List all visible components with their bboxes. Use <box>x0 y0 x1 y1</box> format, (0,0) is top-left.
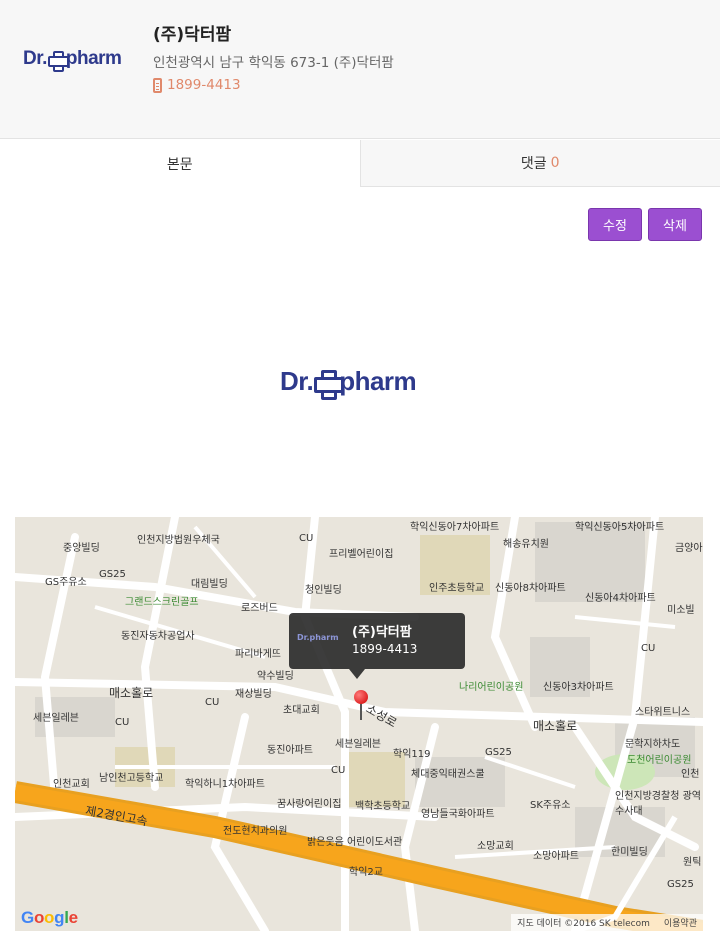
map-label: 원틱 <box>683 857 702 868</box>
shop-header: Dr. pharm (주)닥터팜 인천광역시 남구 학익동 673-1 (주)닥… <box>0 0 720 139</box>
info-window-logo: Dr.pharm <box>297 633 339 642</box>
map-label: 동진자동차공업사 <box>121 631 195 642</box>
tab-comments[interactable]: 댓글 0 <box>360 140 720 187</box>
map-label: 한미빌딩 <box>611 847 648 858</box>
map-label: 인천지방법원우체국 <box>137 535 220 546</box>
shop-address: 인천광역시 남구 학익동 673-1 (주)닥터팜 <box>153 55 394 71</box>
map-label: 금양아 <box>675 543 703 554</box>
map-label: 대림빌딩 <box>191 579 228 590</box>
map-label: 나리어린이공원 <box>459 682 524 693</box>
content-logo-text-left: Dr. <box>280 366 314 396</box>
map-label: 학익신동아7차아파트 <box>410 522 500 533</box>
map-label: 인천교회 <box>53 779 90 790</box>
map-label: 학익하니1차아파트 <box>185 779 265 790</box>
tab-body[interactable]: 본문 <box>0 140 361 187</box>
map-label: 학익2교 <box>349 867 383 878</box>
map-label: 문학지하차도 <box>625 739 681 750</box>
map-label: 인천지방경찰청 광역수사대 <box>615 791 701 817</box>
edit-button[interactable]: 수정 <box>588 208 642 241</box>
map-label: 영남들국화아파트 <box>421 809 495 820</box>
map-label: GS25 <box>667 879 694 890</box>
shop-phone-number: 1899-4413 <box>167 77 241 93</box>
map-label: 청인빌딩 <box>305 585 342 596</box>
map-label: 로즈버드 <box>241 603 278 614</box>
map-label: 세븐일레븐 <box>335 739 381 750</box>
map-label: 전도현치과의원 <box>223 826 288 837</box>
map-attribution: 지도 데이터 ©2016 SK telecom 이용약관 <box>511 914 703 931</box>
map-label: GS주유소 <box>45 577 87 588</box>
map-label: 동진아파트 <box>267 745 313 756</box>
content-tabs: 본문 댓글 0 <box>0 140 720 187</box>
map-label: 세븐일레븐 <box>33 713 79 724</box>
map-label: 해송유치원 <box>503 539 549 550</box>
map-label: 학익119 <box>393 749 431 760</box>
map-label: CU <box>299 533 314 544</box>
map-label: SK주유소 <box>530 800 571 811</box>
map-label: 밝은웃음 어린이도서관 <box>307 837 403 848</box>
map-pin-stick <box>360 702 362 720</box>
map-label: 스타위트니스 <box>635 707 691 718</box>
info-window-title: (주)닥터팜 <box>352 625 412 640</box>
map-label: 초대교회 <box>283 705 320 716</box>
map-label: 약수빌딩 <box>257 671 294 682</box>
logo-text-right: pharm <box>65 48 122 69</box>
location-map[interactable]: 학익신동아7차아파트 학익신동아5차아파트 중앙빌딩 인천지방법원우체국 CU … <box>15 517 703 931</box>
map-label: 중앙빌딩 <box>63 543 100 554</box>
map-label: 꿈사랑어린이집 <box>277 799 342 810</box>
map-label: 그랜드스크린골프 <box>125 597 199 608</box>
map-data-credit: 지도 데이터 ©2016 SK telecom <box>517 919 650 929</box>
map-label: GS25 <box>99 569 126 580</box>
map-label: 백학초등학교 <box>355 801 411 812</box>
plus-cross-icon <box>47 50 69 72</box>
logo-text-left: Dr. <box>23 48 47 69</box>
map-label: 소망아파트 <box>533 851 579 862</box>
tab-body-label: 본문 <box>166 156 193 173</box>
map-label: 신동아8차아파트 <box>495 583 566 594</box>
map-label: 프리벨어린이집 <box>329 549 394 560</box>
shop-name: (주)닥터팜 <box>153 25 232 45</box>
shop-phone[interactable]: 1899-4413 <box>153 77 241 93</box>
map-label: 인주초등학교 <box>429 583 485 594</box>
content-logo-text-right: pharm <box>339 366 417 396</box>
map-label: 신동아4차아파트 <box>585 593 656 604</box>
map-label: GS25 <box>485 747 512 758</box>
map-label: 매소홀로 <box>533 719 578 733</box>
map-label: 도천어린이공원 <box>627 755 692 766</box>
plus-cross-icon <box>314 369 345 400</box>
content-logo: Dr. pharm <box>280 366 417 400</box>
map-pin-icon[interactable] <box>354 690 368 704</box>
map-label: 매소홀로 <box>109 686 154 700</box>
map-label: 인천 <box>681 769 700 780</box>
comment-count: 0 <box>550 155 560 171</box>
map-info-window[interactable]: Dr.pharm (주)닥터팜 1899-4413 <box>289 613 465 679</box>
tab-comments-label: 댓글 <box>520 156 547 172</box>
shop-logo: Dr. pharm <box>23 48 122 72</box>
map-terms-link[interactable]: 이용약관 <box>664 916 697 929</box>
map-label: 신동아3차아파트 <box>543 682 614 693</box>
map-label: CU <box>331 765 346 776</box>
google-logo: Google <box>21 908 78 927</box>
phone-icon <box>153 77 162 93</box>
map-label: 재상빌딩 <box>235 689 272 700</box>
map-label: CU <box>641 643 656 654</box>
map-label: 학익신동아5차아파트 <box>575 522 665 533</box>
map-label: CU <box>115 717 130 728</box>
map-label: CU <box>205 697 220 708</box>
map-label: 미소빌 <box>667 605 695 616</box>
delete-button[interactable]: 삭제 <box>648 208 702 241</box>
map-label: 체대중익태권스쿨 <box>411 769 485 780</box>
map-label: 소망교회 <box>477 841 514 852</box>
info-window-phone: 1899-4413 <box>352 642 418 656</box>
map-label: 남인천고등학교 <box>99 773 164 784</box>
map-label: 파리바게뜨 <box>235 649 281 660</box>
